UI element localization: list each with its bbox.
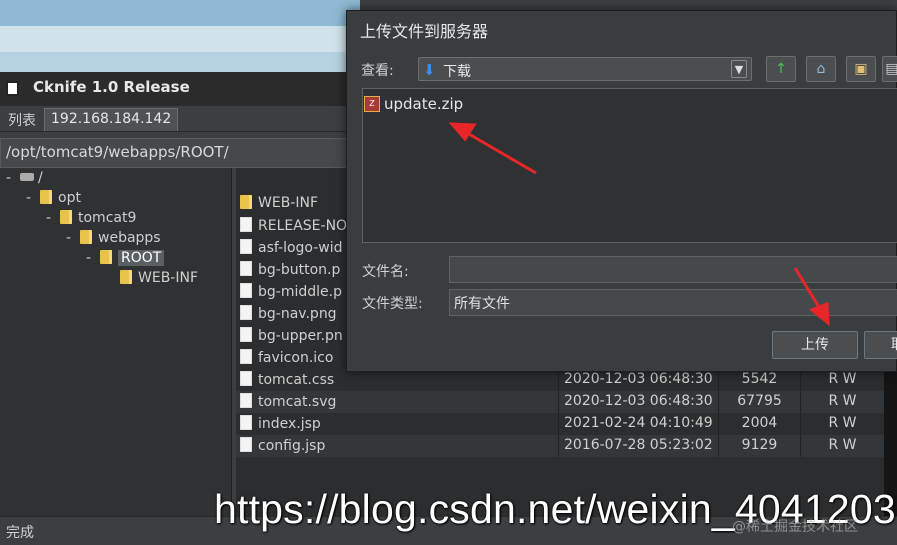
arrow-to-zip [448, 122, 537, 175]
annotation-arrows [448, 122, 830, 327]
arrow-to-upload [793, 267, 830, 327]
watermark-small: @稀土掘金技术社区 [732, 519, 858, 535]
